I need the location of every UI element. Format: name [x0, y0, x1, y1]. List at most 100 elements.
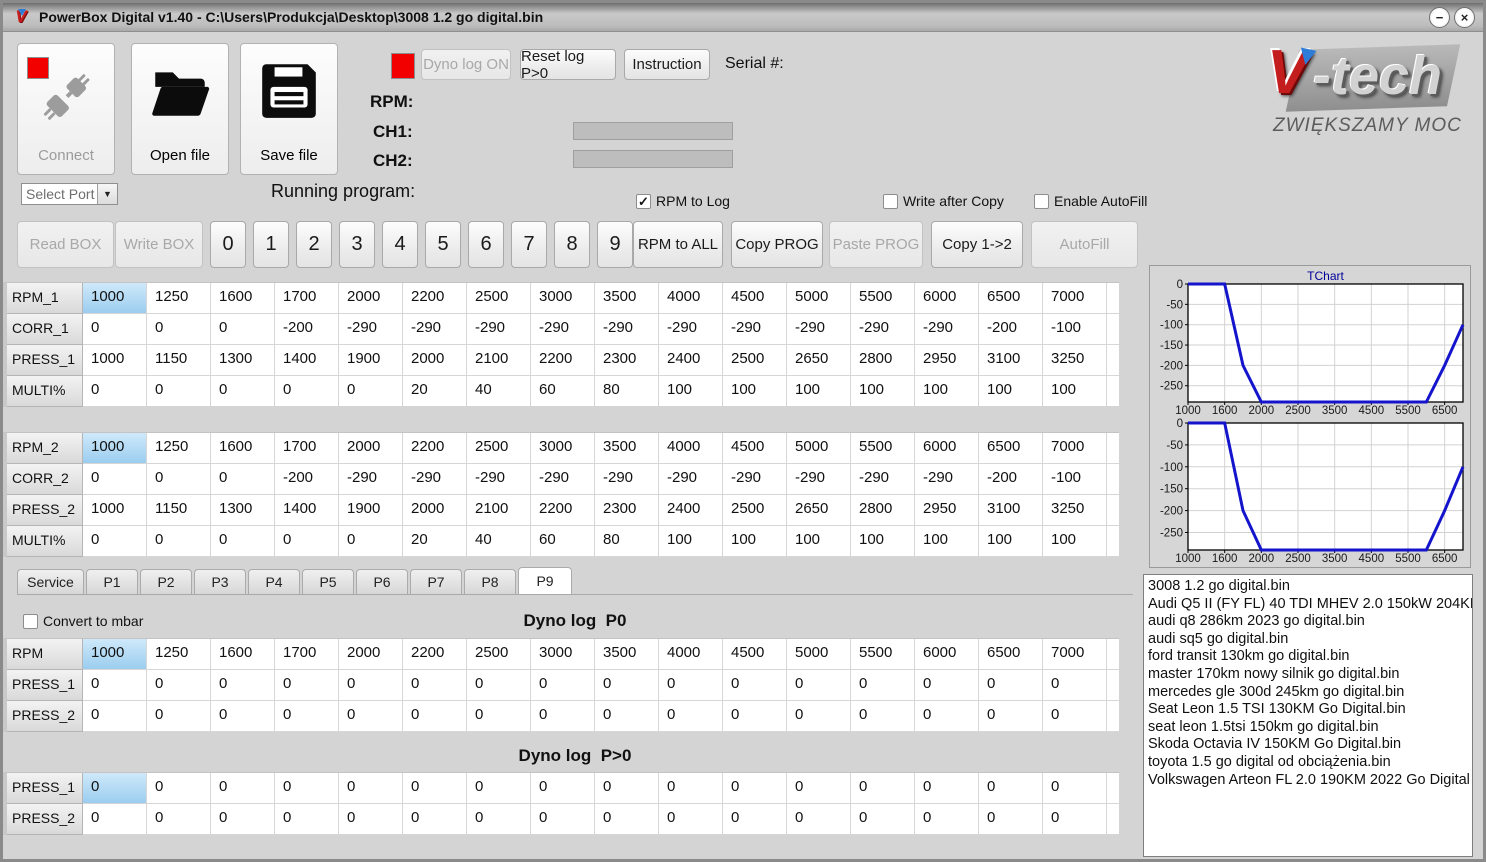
checkbox-box[interactable] — [883, 193, 898, 209]
table-cell[interactable]: 2100 — [467, 495, 531, 526]
table-cell[interactable]: 2200 — [531, 345, 595, 376]
table-cell[interactable]: 5500 — [851, 283, 915, 314]
table-cell[interactable]: -290 — [659, 314, 723, 345]
file-list-item[interactable]: 3008 1.2 go digital.bin — [1148, 578, 1472, 596]
table-cell[interactable]: 0 — [275, 376, 339, 407]
table-cell[interactable]: -290 — [403, 464, 467, 495]
digit-6-button[interactable]: 6 — [468, 221, 504, 268]
table-cell[interactable]: 0 — [147, 804, 211, 835]
table-cell[interactable]: 0 — [659, 670, 723, 701]
table-cell[interactable]: 0 — [595, 804, 659, 835]
file-list-item[interactable]: Skoda Octavia IV 150KM Go Digital.bin — [1148, 736, 1472, 754]
table-cell[interactable]: 0 — [339, 526, 403, 557]
table-cell[interactable]: 0 — [659, 804, 723, 835]
table-cell[interactable]: 1700 — [275, 639, 339, 670]
table-cell[interactable]: -290 — [339, 314, 403, 345]
table-cell[interactable]: 0 — [211, 376, 275, 407]
table-cell[interactable]: 0 — [595, 670, 659, 701]
file-list-item[interactable]: master 170km nowy silnik go digital.bin — [1148, 666, 1472, 684]
table-cell[interactable]: 100 — [787, 376, 851, 407]
table-cell[interactable]: 0 — [339, 376, 403, 407]
table-cell[interactable]: 2200 — [403, 283, 467, 314]
table-cell[interactable]: -290 — [595, 464, 659, 495]
table-cell[interactable]: 5000 — [787, 639, 851, 670]
table-cell[interactable]: -200 — [979, 464, 1043, 495]
tab-p4[interactable]: P4 — [248, 569, 300, 594]
table-cell[interactable]: 0 — [211, 314, 275, 345]
table-cell[interactable]: 3100 — [979, 495, 1043, 526]
table-cell[interactable]: -290 — [915, 464, 979, 495]
tab-service[interactable]: Service — [17, 569, 84, 594]
table-cell[interactable]: 0 — [83, 804, 147, 835]
tab-p6[interactable]: P6 — [356, 569, 408, 594]
table-cell[interactable]: 0 — [659, 773, 723, 804]
file-list-item[interactable]: toyota 1.5 go digital od obciążenia.bin — [1148, 754, 1472, 772]
table-cell[interactable]: 0 — [979, 701, 1043, 732]
table-cell[interactable]: 0 — [723, 670, 787, 701]
table-cell[interactable]: 2200 — [403, 433, 467, 464]
table-cell[interactable]: 0 — [339, 701, 403, 732]
table-cell[interactable]: 0 — [147, 773, 211, 804]
table-cell[interactable]: -290 — [787, 464, 851, 495]
table-cell[interactable]: 0 — [915, 670, 979, 701]
table-cell[interactable]: 0 — [403, 670, 467, 701]
table-cell[interactable]: 1300 — [211, 495, 275, 526]
table-cell[interactable]: -290 — [723, 314, 787, 345]
table-cell[interactable]: 4500 — [723, 639, 787, 670]
table-cell[interactable]: 1900 — [339, 495, 403, 526]
table-cell[interactable]: -290 — [915, 314, 979, 345]
table-cell[interactable]: 40 — [467, 376, 531, 407]
table-cell[interactable]: 2000 — [339, 433, 403, 464]
file-list-item[interactable]: mercedes gle 300d 245km go digital.bin — [1148, 684, 1472, 702]
table-cell[interactable]: 6500 — [979, 639, 1043, 670]
table-cell[interactable]: 2500 — [723, 495, 787, 526]
table-cell[interactable]: -200 — [275, 314, 339, 345]
table-cell[interactable]: 0 — [979, 773, 1043, 804]
table-cell[interactable]: 0 — [467, 773, 531, 804]
table-cell[interactable]: 2000 — [403, 495, 467, 526]
table-cell[interactable]: 2800 — [851, 345, 915, 376]
table-cell[interactable]: 0 — [915, 701, 979, 732]
close-button[interactable]: × — [1454, 7, 1475, 28]
table-cell[interactable]: 100 — [659, 526, 723, 557]
table-cell[interactable]: 0 — [147, 526, 211, 557]
table-cell[interactable]: 0 — [275, 773, 339, 804]
table-cell[interactable]: 0 — [1043, 670, 1107, 701]
table-cell[interactable]: 0 — [83, 773, 147, 804]
table-cell[interactable]: 0 — [275, 526, 339, 557]
paste-prog-button[interactable]: Paste PROG — [829, 221, 923, 268]
table-cell[interactable]: 4000 — [659, 283, 723, 314]
table-cell[interactable]: 100 — [723, 526, 787, 557]
table-cell[interactable]: 2500 — [467, 283, 531, 314]
table-cell[interactable]: 0 — [531, 670, 595, 701]
rpm-to-log-checkbox[interactable]: ✓ RPM to Log — [636, 193, 730, 209]
enable-autofill-checkbox[interactable]: Enable AutoFill — [1034, 193, 1147, 209]
table-cell[interactable]: 0 — [595, 701, 659, 732]
file-list-item[interactable]: audi q8 286km 2023 go digital.bin — [1148, 613, 1472, 631]
table-cell[interactable]: 0 — [467, 701, 531, 732]
table-cell[interactable]: 100 — [915, 376, 979, 407]
table-cell[interactable]: 1700 — [275, 433, 339, 464]
digit-9-button[interactable]: 9 — [597, 221, 633, 268]
table-cell[interactable]: -290 — [339, 464, 403, 495]
rpm-to-all-button[interactable]: RPM to ALL — [633, 221, 723, 268]
table-cell[interactable]: 1000 — [83, 283, 147, 314]
table-cell[interactable]: 0 — [467, 670, 531, 701]
table-cell[interactable]: -290 — [723, 464, 787, 495]
table-cell[interactable]: 1000 — [83, 495, 147, 526]
table-cell[interactable]: 0 — [275, 701, 339, 732]
table-cell[interactable]: 0 — [211, 670, 275, 701]
table-cell[interactable]: 0 — [147, 670, 211, 701]
tab-p5[interactable]: P5 — [302, 569, 354, 594]
tab-p9[interactable]: P9 — [518, 567, 572, 594]
table-cell[interactable]: 0 — [915, 804, 979, 835]
table-cell[interactable]: 2650 — [787, 345, 851, 376]
table-cell[interactable]: 3500 — [595, 283, 659, 314]
table-cell[interactable]: 1300 — [211, 345, 275, 376]
table-cell[interactable]: 20 — [403, 526, 467, 557]
table-cell[interactable]: 1000 — [83, 639, 147, 670]
table-cell[interactable]: 100 — [787, 526, 851, 557]
table-cell[interactable]: -290 — [851, 314, 915, 345]
table-cell[interactable]: 5000 — [787, 283, 851, 314]
table-cell[interactable]: 3100 — [979, 345, 1043, 376]
